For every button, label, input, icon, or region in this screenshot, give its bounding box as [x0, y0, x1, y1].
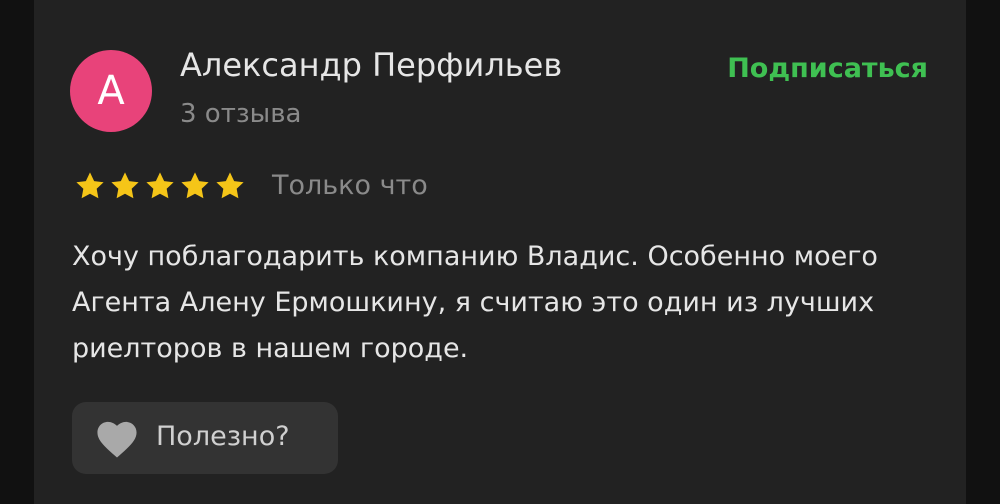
helpful-button[interactable]: Полезно? — [72, 402, 338, 474]
review-card: А Александр Перфильев 3 отзыва Подписать… — [34, 0, 966, 504]
star-icon — [181, 172, 209, 199]
avatar[interactable]: А — [70, 50, 152, 132]
review-text: Хочу поблагодарить компанию Владис. Особ… — [72, 241, 878, 364]
helpful-label: Полезно? — [156, 421, 290, 452]
review-time: Только что — [272, 170, 428, 201]
star-icon — [146, 172, 174, 199]
star-icon — [216, 172, 244, 199]
heart-icon — [97, 421, 137, 458]
review-count: 3 отзыва — [180, 99, 302, 129]
author-name[interactable]: Александр Перфильев — [180, 46, 562, 84]
star-icon — [111, 172, 139, 199]
subscribe-button[interactable]: Подписаться — [727, 53, 928, 84]
star-rating — [74, 170, 246, 202]
star-icon — [76, 172, 104, 199]
